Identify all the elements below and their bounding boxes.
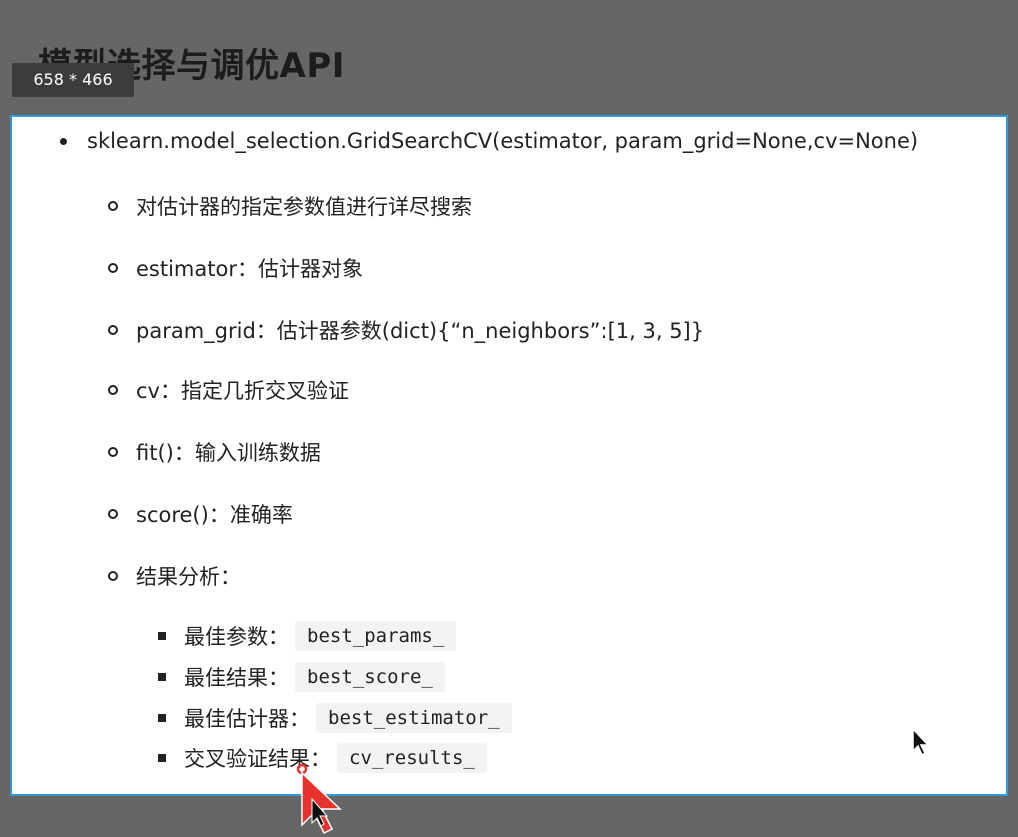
square-bullet-icon (158, 632, 166, 640)
sub-bullet-text: param_grid：估计器参数(dict){“n_neighbors”:[1,… (136, 319, 705, 343)
circle-bullet-icon (108, 263, 118, 273)
result-label: 最佳参数： (184, 625, 289, 649)
sub-bullet-description: 对估计器的指定参数值进行详尽搜索 (108, 191, 472, 221)
click-indicator-ring (296, 763, 308, 775)
main-bullet: sklearn.model_selection.GridSearchCV(est… (60, 129, 918, 153)
sub-bullet-fit: fit()：输入训练数据 (108, 437, 321, 467)
circle-bullet-icon (108, 325, 118, 335)
sub-bullet-text: fit()：输入训练数据 (136, 441, 321, 465)
sub-bullet-text: estimator：估计器对象 (136, 257, 363, 281)
sub-bullet-text: score()：准确率 (136, 503, 293, 527)
slide-content: sklearn.model_selection.GridSearchCV(est… (12, 117, 1006, 794)
selection-size-badge: 658 * 466 (12, 63, 134, 97)
sub-bullet-results: 结果分析： (108, 561, 241, 591)
sub-bullet-cv: cv：指定几折交叉验证 (108, 375, 349, 405)
result-item-best-estimator: 最佳估计器： best_estimator_ (158, 703, 512, 733)
circle-bullet-icon (108, 385, 118, 395)
square-bullet-icon (158, 673, 166, 681)
sub-bullet-param-grid: param_grid：估计器参数(dict){“n_neighbors”:[1,… (108, 315, 704, 345)
result-code: best_params_ (295, 621, 457, 651)
circle-bullet-icon (108, 447, 118, 457)
sub-bullet-text: cv：指定几折交叉验证 (136, 379, 349, 403)
sub-bullet-text: 对估计器的指定参数值进行详尽搜索 (136, 195, 472, 219)
circle-bullet-icon (108, 201, 118, 211)
sub-bullet-score: score()：准确率 (108, 499, 293, 529)
screenshot-selection-area[interactable]: sklearn.model_selection.GridSearchCV(est… (10, 115, 1008, 796)
main-bullet-text: sklearn.model_selection.GridSearchCV(est… (87, 129, 919, 153)
result-code: best_score_ (295, 662, 445, 692)
circle-bullet-icon (108, 509, 118, 519)
circle-bullet-icon (108, 571, 118, 581)
cursor-arrow-icon (296, 763, 342, 835)
result-item-best-params: 最佳参数： best_params_ (158, 621, 457, 651)
result-label: 最佳结果： (184, 666, 289, 690)
result-item-best-score: 最佳结果： best_score_ (158, 662, 445, 692)
sub-bullet-estimator: estimator：估计器对象 (108, 253, 363, 283)
square-bullet-icon (158, 754, 166, 762)
result-code: best_estimator_ (316, 703, 512, 733)
result-code: cv_results_ (337, 743, 487, 773)
square-bullet-icon (158, 714, 166, 722)
result-label: 最佳估计器： (184, 707, 310, 731)
sub-bullet-text: 结果分析： (136, 565, 241, 589)
mouse-pointer-icon (912, 727, 930, 757)
disc-bullet-icon (60, 137, 67, 145)
